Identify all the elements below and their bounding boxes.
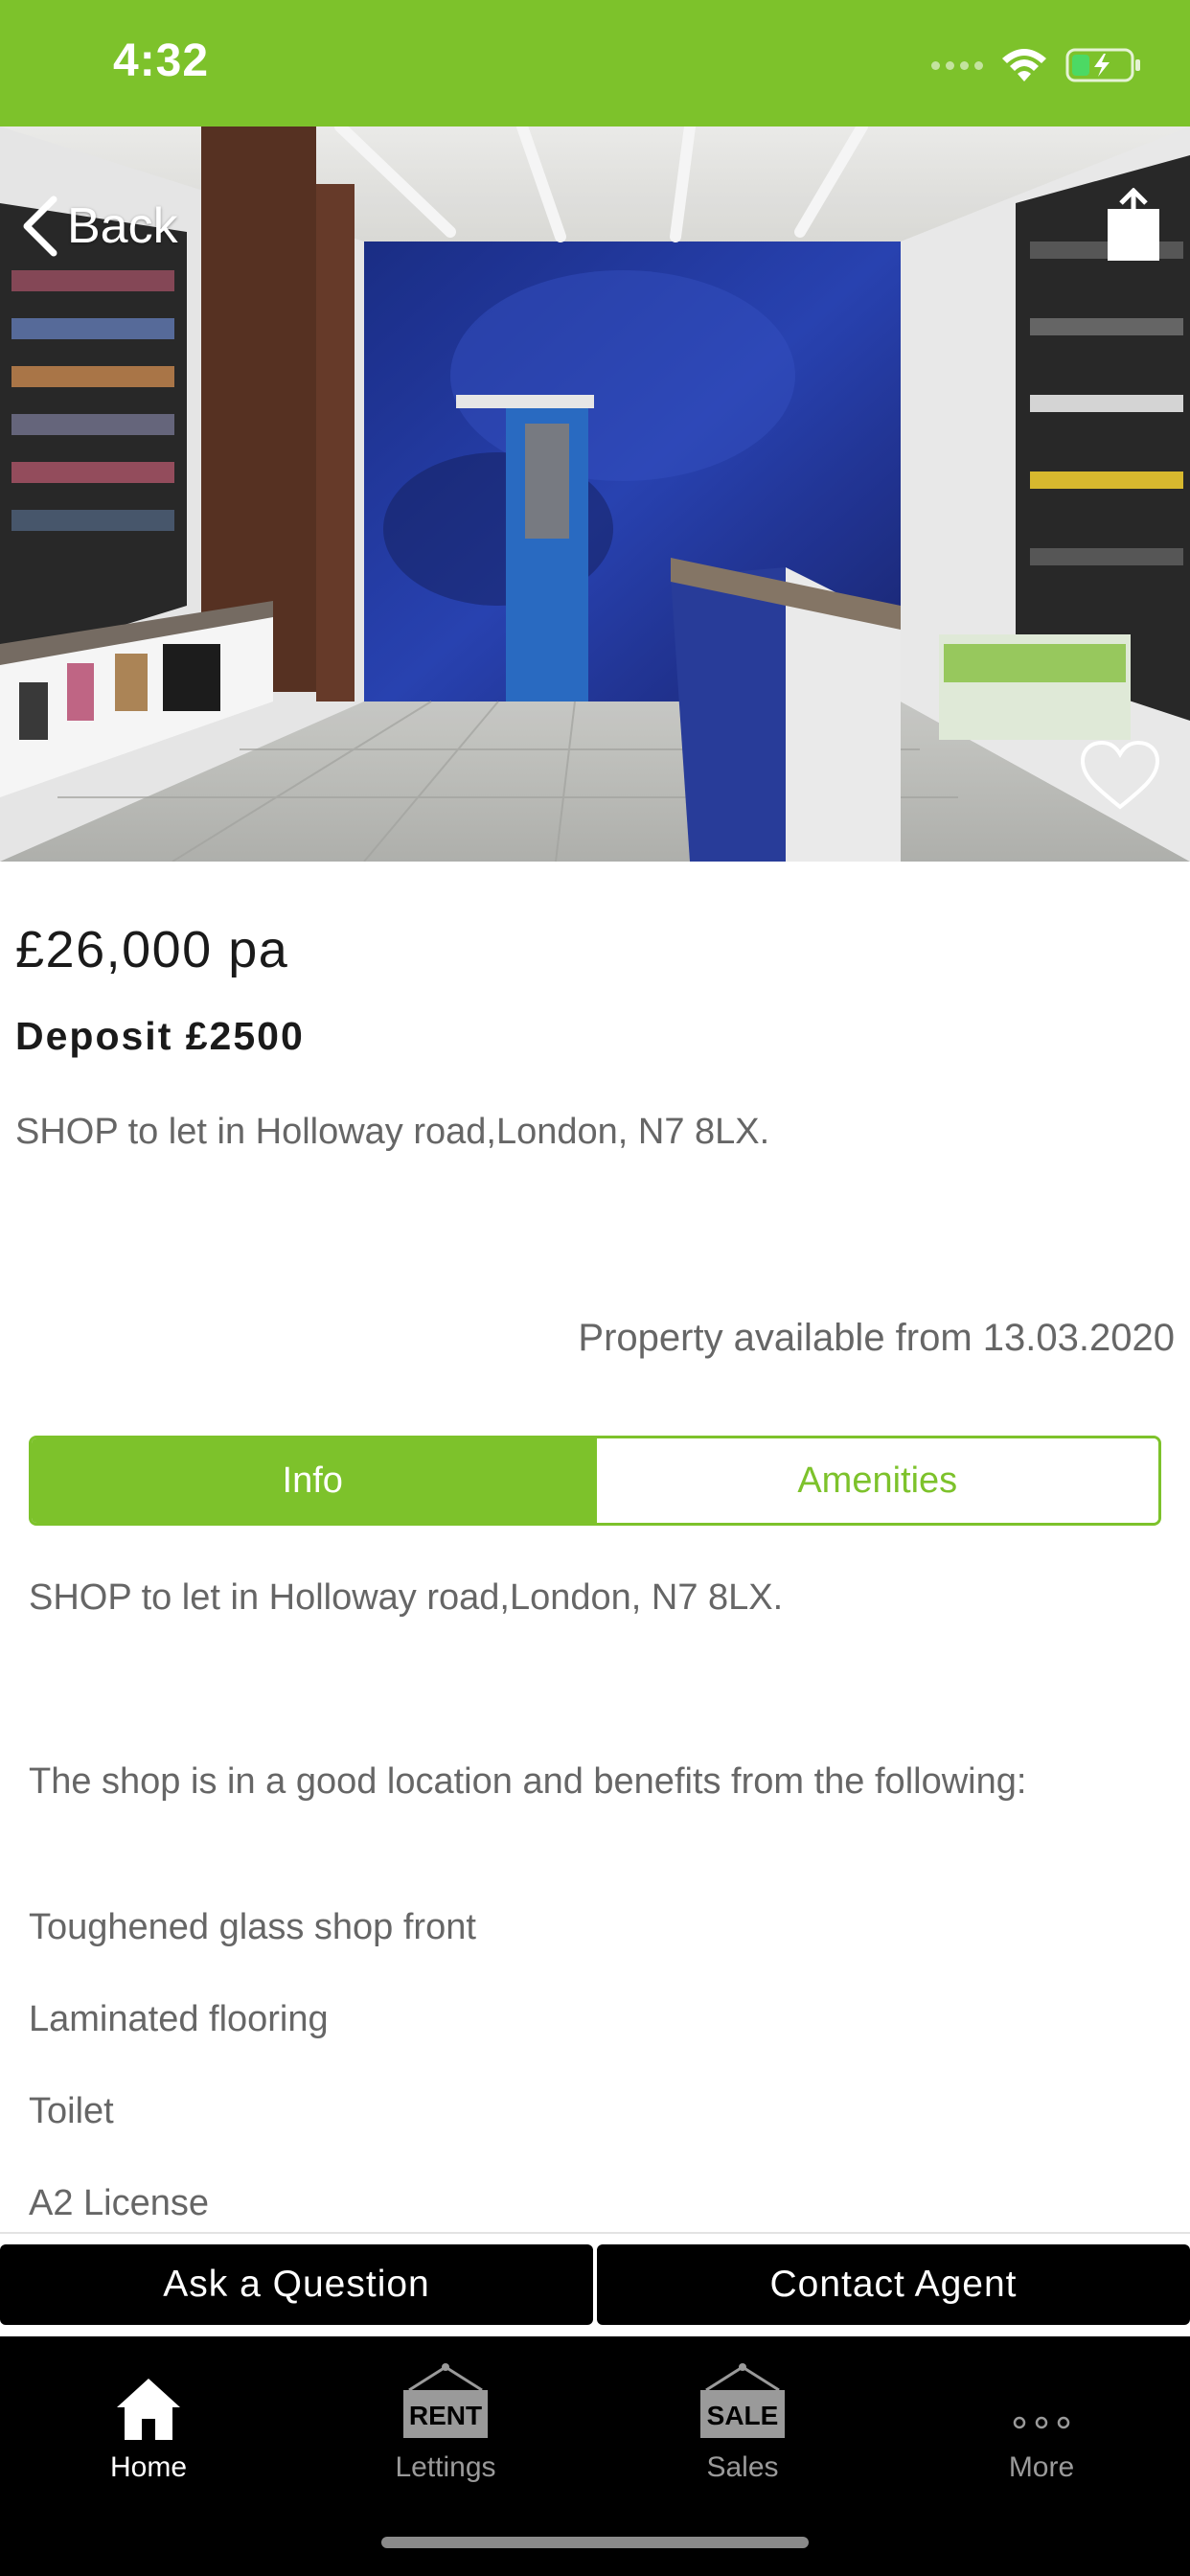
deposit: Deposit £2500 bbox=[15, 1014, 305, 1058]
tab-home[interactable]: Home bbox=[0, 2336, 297, 2490]
back-label: Back bbox=[67, 198, 178, 254]
contact-agent-button[interactable]: Contact Agent bbox=[597, 2244, 1190, 2325]
chevron-left-icon bbox=[23, 196, 57, 257]
price: £26,000 pa bbox=[15, 921, 289, 978]
sale-sign-text: SALE bbox=[707, 2401, 779, 2430]
tab-sales[interactable]: SALE Sales bbox=[594, 2336, 891, 2490]
description-line: The shop is in a good location and benef… bbox=[29, 1761, 1027, 1802]
home-indicator bbox=[381, 2537, 809, 2548]
info-amenities-segmented-control: Info Amenities bbox=[29, 1436, 1161, 1526]
status-icons bbox=[931, 40, 1142, 90]
tab-more[interactable]: More bbox=[893, 2336, 1190, 2490]
heart-icon[interactable] bbox=[1077, 738, 1163, 815]
tab-amenities[interactable]: Amenities bbox=[593, 1438, 1158, 1523]
more-icon bbox=[1013, 2416, 1070, 2429]
property-photo[interactable] bbox=[0, 126, 1190, 862]
description-line: A2 License bbox=[29, 2183, 210, 2223]
home-icon bbox=[117, 2379, 180, 2440]
tab-sales-label: Sales bbox=[706, 2451, 779, 2483]
tab-lettings[interactable]: RENT Lettings bbox=[297, 2336, 594, 2490]
action-bar: Ask a Question Contact Agent bbox=[0, 2244, 1190, 2325]
availability-date: Property available from 13.03.2020 bbox=[578, 1317, 1175, 1359]
sale-sign-icon: SALE bbox=[700, 2363, 785, 2438]
status-time: 4:32 bbox=[113, 35, 210, 86]
ask-question-button[interactable]: Ask a Question bbox=[0, 2244, 593, 2325]
description-line: Toilet bbox=[29, 2091, 114, 2131]
shop-interior-image bbox=[0, 126, 1190, 862]
tab-home-label: Home bbox=[109, 2451, 188, 2483]
wifi-icon bbox=[1002, 49, 1046, 81]
cellular-signal-icon bbox=[931, 60, 983, 70]
description-line: Laminated flooring bbox=[29, 1999, 329, 2039]
tab-lettings-label: Lettings bbox=[395, 2451, 496, 2483]
rent-sign-icon: RENT bbox=[403, 2363, 488, 2438]
description-line: Toughened glass shop front bbox=[29, 1907, 476, 1947]
divider bbox=[0, 2232, 1190, 2234]
share-icon[interactable] bbox=[1102, 188, 1165, 264]
tab-info[interactable]: Info bbox=[32, 1438, 594, 1523]
battery-icon bbox=[1065, 48, 1140, 82]
address: SHOP to let in Holloway road,London, N7 … bbox=[15, 1112, 770, 1152]
tab-more-label: More bbox=[1008, 2451, 1075, 2483]
status-bar: 4:32 bbox=[0, 0, 1190, 126]
bottom-tab-bar: Home RENT Lettings SALE Sales More bbox=[0, 2336, 1190, 2576]
description-line: SHOP to let in Holloway road,London, N7 … bbox=[29, 1577, 784, 1618]
back-button[interactable]: Back bbox=[19, 188, 178, 264]
rent-sign-text: RENT bbox=[409, 2401, 482, 2430]
